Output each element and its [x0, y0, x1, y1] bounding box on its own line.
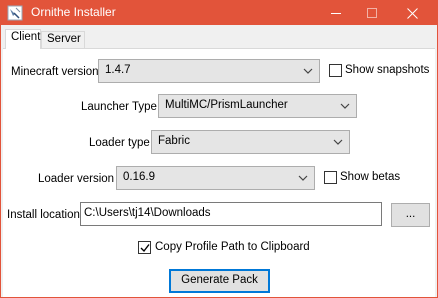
chevron-down-icon [333, 139, 343, 145]
minimize-button[interactable] [319, 1, 353, 25]
show-snapshots-checkbox[interactable] [329, 64, 342, 77]
client-panel: Minecraft version 1.4.7 Show snapshots L… [3, 48, 435, 297]
loader-version-value: 0.16.9 [123, 171, 155, 183]
loader-type-label: Loader type [89, 137, 150, 149]
window-title: Ornithe Installer [31, 5, 116, 19]
loader-version-dropdown[interactable]: 0.16.9 [116, 166, 315, 190]
minecraft-version-dropdown[interactable]: 1.4.7 [98, 59, 320, 83]
minimize-icon [331, 12, 341, 14]
minecraft-version-label: Minecraft version [11, 66, 99, 78]
install-location-value: C:\Users\tj14\Downloads [84, 207, 211, 219]
show-snapshots-label: Show snapshots [345, 64, 430, 76]
browse-button[interactable]: ... [391, 203, 430, 227]
close-icon [406, 7, 418, 19]
show-betas-checkbox[interactable] [324, 171, 337, 184]
tab-strip: Client Server [3, 29, 435, 49]
minecraft-version-value: 1.4.7 [105, 64, 131, 76]
maximize-icon [367, 8, 377, 18]
chevron-down-icon [303, 68, 313, 74]
close-button[interactable] [395, 1, 429, 25]
copy-profile-path-label: Copy Profile Path to Clipboard [155, 241, 310, 253]
install-location-input[interactable]: C:\Users\tj14\Downloads [80, 202, 382, 226]
loader-type-dropdown[interactable]: Fabric [151, 130, 350, 154]
app-icon [7, 5, 23, 21]
launcher-type-label: Launcher Type [81, 101, 157, 113]
generate-pack-button[interactable]: Generate Pack [169, 269, 270, 293]
chevron-down-icon [340, 103, 350, 109]
installer-window: Ornithe Installer Client Server Minecraf… [0, 0, 438, 298]
launcher-type-dropdown[interactable]: MultiMC/PrismLauncher [158, 94, 357, 118]
tab-server[interactable]: Server [41, 31, 85, 49]
launcher-type-value: MultiMC/PrismLauncher [165, 99, 288, 111]
loader-type-value: Fabric [158, 135, 190, 147]
install-location-label: Install location [7, 209, 80, 221]
title-bar[interactable]: Ornithe Installer [1, 1, 437, 25]
loader-version-label: Loader version [38, 173, 115, 185]
maximize-button[interactable] [355, 1, 389, 25]
tab-client[interactable]: Client [5, 29, 41, 49]
copy-profile-path-checkbox[interactable] [138, 241, 151, 254]
chevron-down-icon [298, 175, 308, 181]
check-icon [140, 244, 150, 253]
show-betas-label: Show betas [340, 171, 401, 183]
